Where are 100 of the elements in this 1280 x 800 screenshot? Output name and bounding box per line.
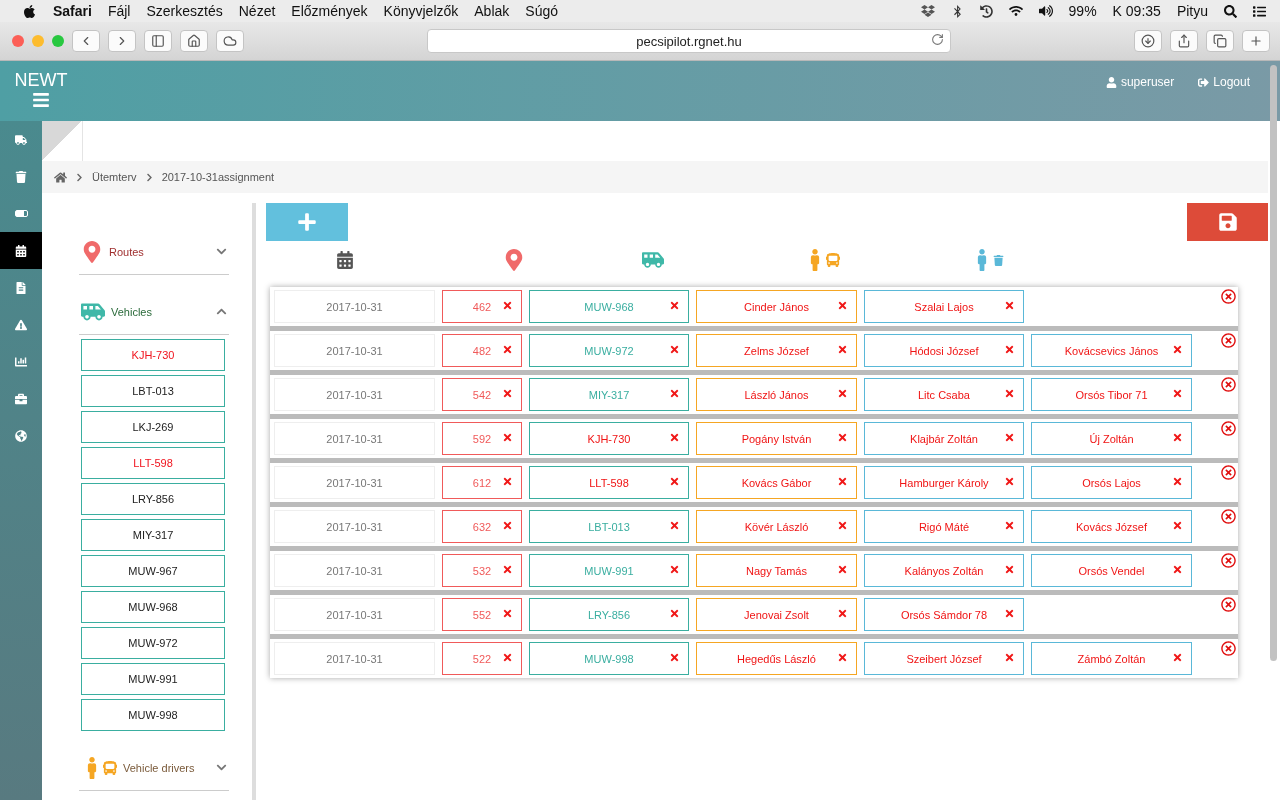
back-button[interactable] [72, 30, 100, 52]
delete-row-icon[interactable] [1221, 333, 1236, 348]
section-header[interactable]: Vehicles [79, 289, 229, 335]
remove-icon[interactable] [1172, 476, 1183, 487]
user-name[interactable]: Pityu [1176, 3, 1208, 19]
history-icon[interactable] [979, 4, 993, 18]
scrollbar[interactable] [1270, 65, 1277, 661]
remove-icon[interactable] [1004, 432, 1015, 443]
remove-icon[interactable] [669, 520, 680, 531]
nav-item[interactable] [0, 232, 42, 269]
remove-icon[interactable] [669, 652, 680, 663]
remove-icon[interactable] [1004, 564, 1015, 575]
delete-row-icon[interactable] [1221, 289, 1236, 304]
new-tab-button[interactable] [1242, 30, 1270, 52]
remove-icon[interactable] [669, 432, 680, 443]
vehicle-item[interactable]: KJH-730 [81, 339, 225, 371]
remove-icon[interactable] [502, 520, 513, 531]
remove-icon[interactable] [1172, 388, 1183, 399]
vehicle-item[interactable]: LLT-598 [81, 447, 225, 479]
remove-icon[interactable] [1172, 652, 1183, 663]
share-button[interactable] [1170, 30, 1198, 52]
remove-icon[interactable] [502, 344, 513, 355]
remove-icon[interactable] [669, 300, 680, 311]
dropbox-icon[interactable] [920, 4, 935, 18]
vehicle-item[interactable]: MUW-967 [81, 555, 225, 587]
home-icon[interactable] [54, 170, 67, 184]
menu-item[interactable]: Szerkesztés [146, 3, 223, 19]
wifi-icon[interactable] [1008, 4, 1023, 18]
home-button[interactable] [180, 30, 208, 52]
remove-icon[interactable] [502, 608, 513, 619]
remove-icon[interactable] [837, 432, 848, 443]
remove-icon[interactable] [837, 388, 848, 399]
remove-icon[interactable] [837, 300, 848, 311]
remove-icon[interactable] [502, 652, 513, 663]
remove-icon[interactable] [502, 564, 513, 575]
remove-icon[interactable] [1004, 344, 1015, 355]
delete-row-icon[interactable] [1221, 641, 1236, 656]
remove-icon[interactable] [837, 652, 848, 663]
menu-item[interactable]: Safari [53, 3, 92, 19]
vehicle-item[interactable]: LRY-856 [81, 483, 225, 515]
vehicle-item[interactable]: MUW-968 [81, 591, 225, 623]
save-button[interactable] [1187, 203, 1268, 241]
remove-icon[interactable] [502, 432, 513, 443]
menu-item[interactable]: Fájl [107, 3, 131, 19]
remove-icon[interactable] [1172, 564, 1183, 575]
remove-icon[interactable] [837, 476, 848, 487]
forward-button[interactable] [108, 30, 136, 52]
volume-icon[interactable] [1038, 4, 1053, 18]
vehicle-item[interactable]: MUW-991 [81, 663, 225, 695]
remove-icon[interactable] [1172, 520, 1183, 531]
menu-item[interactable]: Előzmények [291, 3, 368, 19]
cloud-button[interactable] [216, 30, 244, 52]
remove-icon[interactable] [1172, 344, 1183, 355]
apple-icon[interactable] [22, 3, 37, 19]
delete-row-icon[interactable] [1221, 553, 1236, 568]
remove-icon[interactable] [837, 344, 848, 355]
sidebar-button[interactable] [144, 30, 172, 52]
section-header[interactable]: Routes [79, 229, 229, 275]
remove-icon[interactable] [669, 388, 680, 399]
remove-icon[interactable] [1172, 432, 1183, 443]
breadcrumb-link[interactable]: Ütemterv [92, 171, 137, 183]
remove-icon[interactable] [669, 476, 680, 487]
delete-row-icon[interactable] [1221, 421, 1236, 436]
vehicle-item[interactable]: MUW-998 [81, 699, 225, 731]
clock[interactable]: K 09:35 [1112, 3, 1161, 19]
remove-icon[interactable] [1004, 608, 1015, 619]
vehicle-item[interactable]: LKJ-269 [81, 411, 225, 443]
remove-icon[interactable] [1004, 300, 1015, 311]
download-button[interactable] [1134, 30, 1162, 52]
close-window-button[interactable] [12, 35, 24, 47]
reload-icon[interactable] [931, 33, 944, 46]
remove-icon[interactable] [1004, 652, 1015, 663]
tabs-button[interactable] [1206, 30, 1234, 52]
remove-icon[interactable] [669, 564, 680, 575]
menu-item[interactable]: Ablak [474, 3, 510, 19]
vehicle-item[interactable]: LBT-013 [81, 375, 225, 407]
menu-icon[interactable] [32, 91, 50, 109]
search-icon[interactable] [1224, 4, 1237, 18]
list-icon[interactable] [1253, 4, 1266, 18]
delete-row-icon[interactable] [1221, 597, 1236, 612]
delete-row-icon[interactable] [1221, 377, 1236, 392]
remove-icon[interactable] [1004, 520, 1015, 531]
section-header[interactable]: Vehicle drivers [79, 745, 229, 791]
breadcrumb-link[interactable]: 2017-10-31assignment [161, 171, 275, 183]
menu-item[interactable]: Könyvjelzők [383, 3, 459, 19]
remove-icon[interactable] [502, 476, 513, 487]
remove-icon[interactable] [1004, 388, 1015, 399]
delete-row-icon[interactable] [1221, 465, 1236, 480]
remove-icon[interactable] [669, 344, 680, 355]
remove-icon[interactable] [837, 520, 848, 531]
remove-icon[interactable] [837, 564, 848, 575]
remove-icon[interactable] [1004, 476, 1015, 487]
address-bar[interactable]: pecsipilot.rgnet.hu [427, 29, 951, 53]
menu-item[interactable]: Súgó [525, 3, 558, 19]
remove-icon[interactable] [669, 608, 680, 619]
vehicle-item[interactable]: MIY-317 [81, 519, 225, 551]
menu-item[interactable]: Nézet [238, 3, 276, 19]
delete-row-icon[interactable] [1221, 509, 1236, 524]
remove-icon[interactable] [837, 608, 848, 619]
remove-icon[interactable] [502, 388, 513, 399]
